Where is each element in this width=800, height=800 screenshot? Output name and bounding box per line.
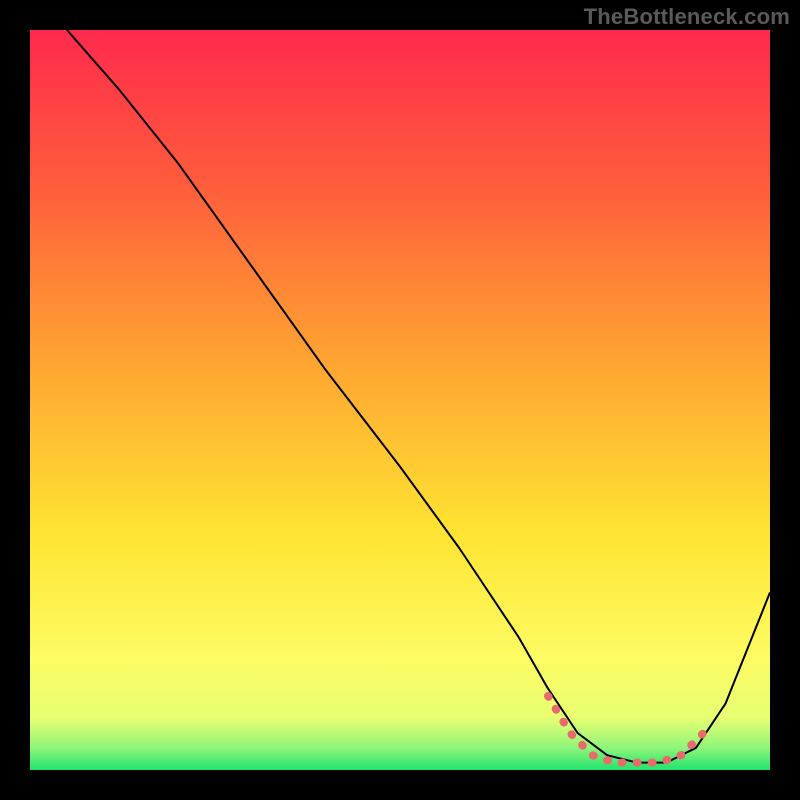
- chart-frame: TheBottleneck.com: [0, 0, 800, 800]
- gradient-background: [30, 30, 770, 770]
- plot-area: [30, 30, 770, 770]
- watermark-text: TheBottleneck.com: [584, 4, 790, 30]
- bottleneck-chart: [30, 30, 770, 770]
